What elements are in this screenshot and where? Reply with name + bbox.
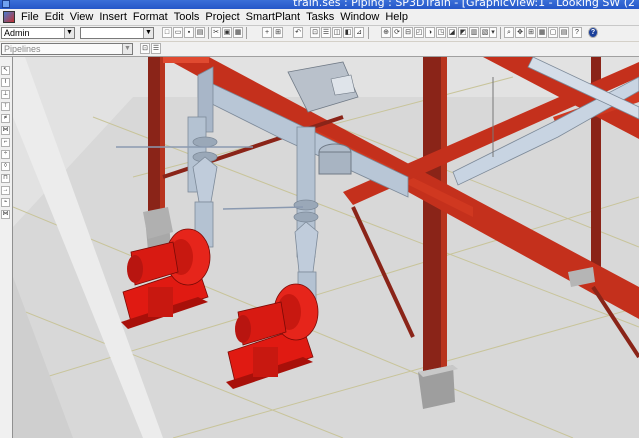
properties-icon[interactable]: ☰: [321, 27, 331, 38]
menu-edit[interactable]: Edit: [42, 9, 67, 25]
3d-model-canvas[interactable]: [13, 57, 639, 438]
support-icon[interactable]: ⊓: [1, 174, 10, 183]
chevron-down-icon[interactable]: ▼: [143, 28, 153, 38]
cut-icon[interactable]: ✂: [211, 27, 221, 38]
insert-tap-icon[interactable]: ⊤: [1, 102, 10, 111]
common-view-icon[interactable]: ◩: [458, 27, 468, 38]
fit-icon[interactable]: ⊟: [403, 27, 413, 38]
menu-bar: File Edit View Insert Format Tools Proje…: [0, 9, 639, 26]
zoom-area-icon[interactable]: ⌕: [504, 27, 514, 38]
toolbar-separator: [208, 27, 209, 39]
insert-component-icon[interactable]: ⊥: [1, 90, 10, 99]
chevron-down-icon[interactable]: ▼: [64, 28, 74, 38]
delete-icon[interactable]: +: [262, 27, 272, 38]
menu-help[interactable]: Help: [382, 9, 411, 25]
grid-icon[interactable]: ▦: [537, 27, 547, 38]
graphic-view[interactable]: [13, 57, 639, 438]
copy-icon[interactable]: ▣: [222, 27, 232, 38]
help-icon[interactable]: ?: [572, 27, 582, 38]
merge-icon[interactable]: ⋈: [1, 210, 10, 219]
save-icon[interactable]: ▪: [184, 27, 194, 38]
menu-smartplant[interactable]: SmartPlant: [243, 9, 303, 25]
menu-view[interactable]: View: [67, 9, 97, 25]
help-topic-icon[interactable]: ?: [588, 27, 598, 38]
app-icon[interactable]: [3, 11, 15, 23]
select-icon[interactable]: ⊡: [310, 27, 320, 38]
window-view-icon[interactable]: ▢: [548, 27, 558, 38]
break-icon[interactable]: ⌁: [1, 198, 10, 207]
permission-group-value: Admin: [4, 28, 30, 38]
pipeline-filter-combo[interactable]: Pipelines ▼: [1, 43, 133, 55]
menu-tasks[interactable]: Tasks: [303, 9, 337, 25]
flow-icon[interactable]: →: [1, 186, 10, 195]
pipeline-filter-value: Pipelines: [4, 44, 41, 54]
pan-view-icon[interactable]: ✥: [515, 27, 525, 38]
measure-icon[interactable]: ◫: [332, 27, 342, 38]
window-icon[interactable]: [2, 0, 10, 8]
steel-column-left-face: [160, 57, 165, 227]
toolbar-separator: [246, 27, 247, 39]
steel-column-center-face: [441, 57, 447, 377]
route-pipe-icon[interactable]: ⌇: [1, 78, 10, 87]
connect-icon[interactable]: ⌐: [1, 138, 10, 147]
filter-icon[interactable]: ⊞: [273, 27, 283, 38]
standard-toolbar: Admin ▼ ▼ □ ▭ ▪ ▤ ✂ ▣ ▦ + ⊞ ↶ ⊡ ☰ ◫ ◧ ⊿ …: [0, 26, 639, 41]
open-icon[interactable]: ▭: [173, 27, 183, 38]
view-icon[interactable]: ◰: [414, 27, 424, 38]
menu-project[interactable]: Project: [202, 9, 242, 25]
zoom-icon[interactable]: ⊕: [381, 27, 391, 38]
chevron-down-icon[interactable]: ▾: [489, 27, 497, 38]
select-pipeline-icon[interactable]: ⊡: [140, 43, 150, 54]
fit-all-icon[interactable]: ⊞: [526, 27, 536, 38]
menu-window[interactable]: Window: [337, 9, 382, 25]
paste-icon[interactable]: ▦: [233, 27, 243, 38]
shading-icon[interactable]: ◑: [425, 27, 435, 38]
insert-spec-break-icon[interactable]: ≠: [1, 114, 10, 123]
pan-icon[interactable]: ⊿: [354, 27, 364, 38]
style-combo[interactable]: ▼: [80, 27, 154, 39]
print-icon[interactable]: ▤: [195, 27, 205, 38]
title-bar: train.ses : Piping : SP3DTrain - [Graphi…: [0, 0, 639, 9]
chevron-down-icon[interactable]: ▼: [122, 44, 132, 54]
permission-group-combo[interactable]: Admin ▼: [1, 27, 75, 39]
rotate-icon[interactable]: ⟳: [392, 27, 402, 38]
pipeline-properties-icon[interactable]: ☰: [151, 43, 161, 54]
undo-icon[interactable]: ↶: [293, 27, 303, 38]
menu-insert[interactable]: Insert: [96, 9, 130, 25]
vessel-body: [318, 151, 352, 175]
window-title: train.ses : Piping : SP3DTrain - [Graphi…: [293, 0, 635, 9]
split-icon[interactable]: ÷: [1, 150, 10, 159]
pipeline-toolbar: Pipelines ▼ ⊡ ☰: [0, 42, 639, 57]
place-valve-icon[interactable]: ⋈: [1, 126, 10, 135]
clip-icon[interactable]: ◪: [447, 27, 457, 38]
steel-beam-main-top: [163, 57, 209, 63]
menu-file[interactable]: File: [18, 9, 42, 25]
select-tool-icon[interactable]: ↖: [1, 66, 10, 75]
toolbar-separator: [368, 27, 369, 39]
menu-format[interactable]: Format: [130, 9, 171, 25]
layout-icon[interactable]: ▤: [559, 27, 569, 38]
named-view-icon[interactable]: ◳: [436, 27, 446, 38]
toolbar-separator: [500, 27, 501, 39]
new-icon[interactable]: □: [162, 27, 172, 38]
display-icon[interactable]: ◧: [343, 27, 353, 38]
feature-icon[interactable]: ◊: [1, 162, 10, 171]
vertical-toolbar: ↖ ⌇ ⊥ ⊤ ≠ ⋈ ⌐ ÷ ◊ ⊓ → ⌁ ⋈: [0, 57, 13, 438]
menu-tools[interactable]: Tools: [171, 9, 203, 25]
refresh-icon[interactable]: ▥: [469, 27, 479, 38]
motor-terminal-box: [330, 74, 356, 96]
